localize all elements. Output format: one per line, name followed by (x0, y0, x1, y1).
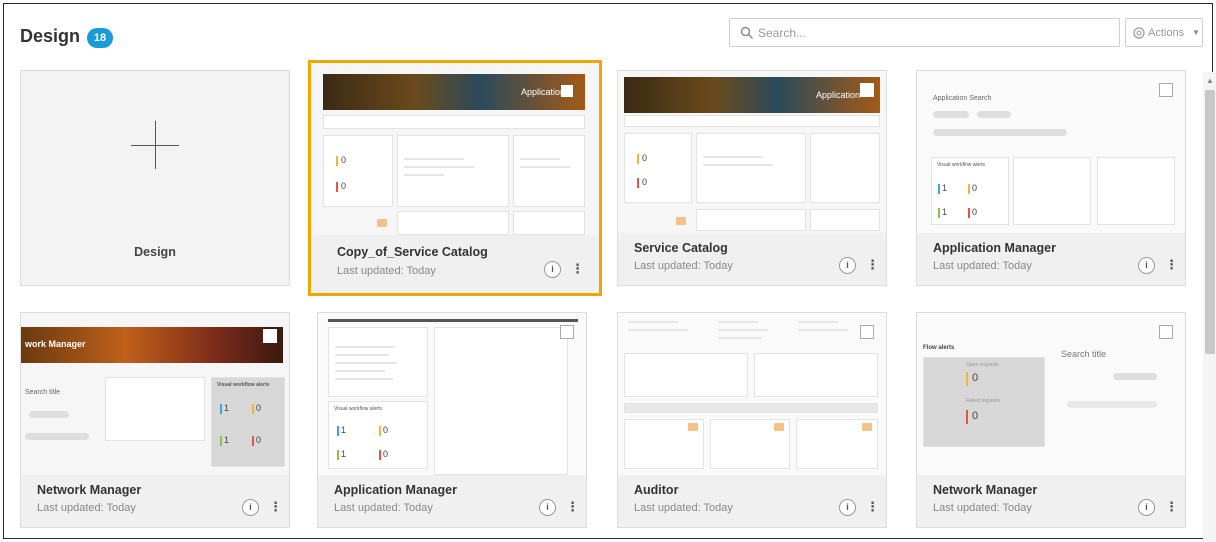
card-thumbnail: Flow alerts Open requests 0 Failed reque… (917, 313, 1185, 476)
count-badge: 18 (87, 28, 113, 48)
card-updated: Last updated: Today (37, 502, 136, 514)
card-title[interactable]: Copy_of_Service Catalog (337, 245, 488, 259)
design-card[interactable]: Application 0 0 Service Catalog Last upd… (617, 70, 887, 286)
card-updated: Last updated: Today (337, 265, 436, 277)
card-title[interactable]: Service Catalog (634, 241, 728, 255)
more-options-icon[interactable]: ⋮ (1165, 499, 1178, 516)
select-checkbox[interactable] (860, 83, 874, 97)
card-updated: Last updated: Today (933, 502, 1032, 514)
card-title[interactable]: Application Manager (933, 241, 1056, 255)
actions-dropdown[interactable]: Actions ▼ (1125, 18, 1203, 47)
search-icon (740, 26, 753, 39)
design-card[interactable]: Application Search Visual workflow alert… (916, 70, 1186, 286)
card-title[interactable]: Auditor (634, 483, 678, 497)
design-card[interactable]: work Manager Search title Visual workflo… (20, 312, 290, 528)
more-options-icon[interactable]: ⋮ (571, 261, 584, 278)
info-icon[interactable]: i (839, 257, 856, 274)
select-checkbox[interactable] (860, 325, 874, 339)
info-icon[interactable]: i (1138, 499, 1155, 516)
info-icon[interactable]: i (839, 499, 856, 516)
add-design-card[interactable]: Design (20, 70, 290, 286)
card-thumbnail: Application 0 0 (618, 71, 886, 234)
card-title[interactable]: Application Manager (334, 483, 457, 497)
card-updated: Last updated: Today (334, 502, 433, 514)
design-card[interactable]: Flow alerts Open requests 0 Failed reque… (916, 312, 1186, 528)
card-thumbnail: work Manager Search title Visual workflo… (21, 313, 289, 476)
card-title[interactable]: Network Manager (37, 483, 141, 497)
select-checkbox[interactable] (1159, 325, 1173, 339)
page-title: Design (20, 26, 81, 46)
search-box[interactable] (729, 18, 1120, 47)
more-options-icon[interactable]: ⋮ (866, 499, 879, 516)
design-card[interactable]: Auditor Last updated: Today i ⋮ (617, 312, 887, 528)
gear-icon (1133, 27, 1145, 39)
select-checkbox[interactable] (561, 85, 573, 97)
more-options-icon[interactable]: ⋮ (269, 499, 282, 516)
card-thumbnail: Visual workflow alerts 1 0 1 0 (318, 313, 586, 476)
add-design-label: Design (134, 245, 176, 259)
scroll-up-icon[interactable]: ▲ (1206, 76, 1214, 85)
card-thumbnail: Application 0 0 (311, 63, 599, 238)
select-checkbox[interactable] (263, 329, 277, 343)
card-title[interactable]: Network Manager (933, 483, 1037, 497)
scrollbar-thumb[interactable] (1205, 90, 1215, 354)
card-updated: Last updated: Today (634, 260, 733, 272)
chevron-down-icon: ▼ (1192, 28, 1200, 37)
more-options-icon[interactable]: ⋮ (1165, 257, 1178, 274)
select-checkbox[interactable] (560, 325, 574, 339)
card-thumbnail: Application Search Visual workflow alert… (917, 71, 1185, 234)
info-icon[interactable]: i (539, 499, 556, 516)
card-updated: Last updated: Today (634, 502, 733, 514)
card-updated: Last updated: Today (933, 260, 1032, 272)
more-options-icon[interactable]: ⋮ (866, 257, 879, 274)
card-thumbnail (618, 313, 886, 476)
search-input[interactable] (758, 23, 1108, 43)
more-options-icon[interactable]: ⋮ (566, 499, 579, 516)
info-icon[interactable]: i (544, 261, 561, 278)
design-gallery: Design 18 Actions ▼ ▲ Design Application (3, 3, 1216, 542)
design-card[interactable]: Application 0 0 Copy_of_Service Catalog … (308, 60, 602, 296)
info-icon[interactable]: i (1138, 257, 1155, 274)
info-icon[interactable]: i (242, 499, 259, 516)
design-card[interactable]: Visual workflow alerts 1 0 1 0 Applicati… (317, 312, 587, 528)
thumb-banner: Application (323, 74, 585, 110)
actions-label: Actions (1148, 27, 1185, 39)
select-checkbox[interactable] (1159, 83, 1173, 97)
scrollbar[interactable]: ▲ (1203, 72, 1216, 542)
